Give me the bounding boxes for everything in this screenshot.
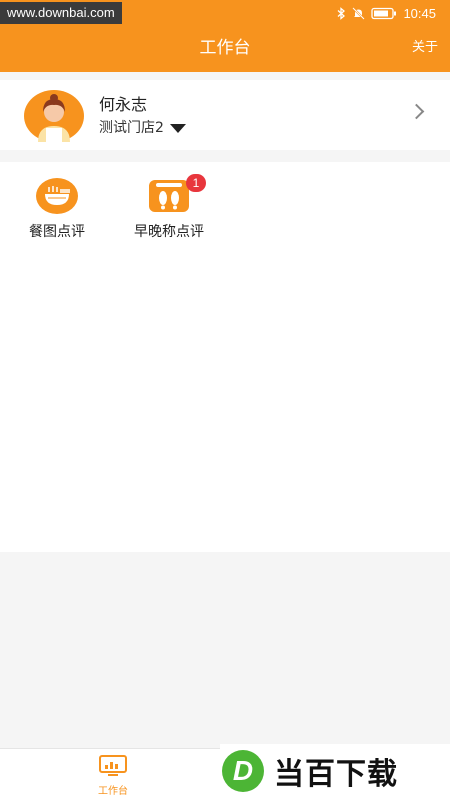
caret-down-icon bbox=[169, 123, 186, 133]
about-button[interactable]: 关于 bbox=[412, 39, 438, 57]
footprints-scale-icon: 1 bbox=[148, 174, 206, 214]
grid-item-weigh-review[interactable]: 1 早晚称点评 bbox=[124, 174, 214, 242]
app-header: www.downbai.com 10:45 工作台 关于 bbox=[0, 0, 450, 72]
watermark-text: 当百下载 bbox=[274, 757, 398, 792]
profile-card[interactable]: 何永志 测试门店2 bbox=[0, 80, 450, 150]
grid-item-meal-review[interactable]: 餐图点评 bbox=[12, 178, 102, 242]
function-grid: 餐图点评 1 早晚称点评 bbox=[0, 162, 450, 552]
grid-item-label: 餐图点评 bbox=[29, 224, 85, 240]
battery-icon bbox=[371, 7, 397, 19]
avatar bbox=[24, 90, 84, 142]
user-name: 何永志 bbox=[99, 95, 148, 114]
store-selector[interactable]: 测试门店2 bbox=[99, 118, 186, 138]
status-bar-icons: 10:45 bbox=[337, 4, 436, 22]
status-time: 10:45 bbox=[403, 5, 436, 21]
watermark-logo: D 当百下载 bbox=[220, 744, 450, 798]
bluetooth-icon bbox=[338, 6, 346, 20]
tab-label: 工作台 bbox=[98, 786, 128, 797]
grid-item-label: 早晚称点评 bbox=[134, 224, 204, 240]
monitor-icon bbox=[99, 755, 127, 776]
page-title: 工作台 bbox=[199, 38, 251, 58]
notification-badge: 1 bbox=[186, 174, 206, 192]
mute-icon bbox=[352, 6, 366, 20]
chevron-right-icon[interactable] bbox=[408, 103, 425, 120]
noodle-bowl-icon bbox=[36, 178, 78, 214]
logo-d-icon: D bbox=[222, 750, 264, 792]
watermark-label: www.downbai.com bbox=[0, 2, 122, 24]
store-name: 测试门店2 bbox=[99, 120, 164, 136]
tab-workbench[interactable]: 工作台 bbox=[68, 755, 158, 799]
